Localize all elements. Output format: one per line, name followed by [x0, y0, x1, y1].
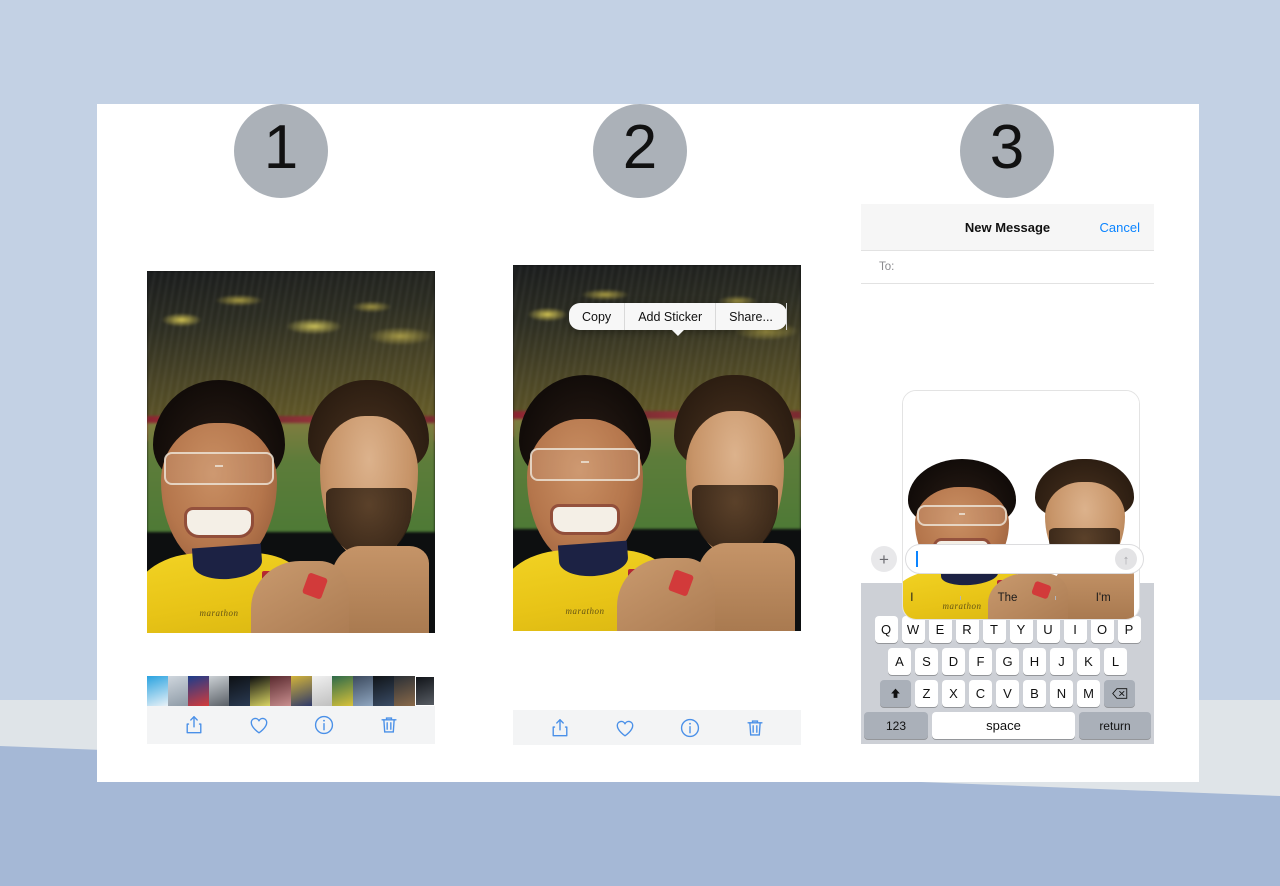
info-icon[interactable]	[313, 714, 335, 736]
stadium-selfie-photo[interactable]: marathon	[147, 271, 435, 633]
step-badge-2: 2	[593, 104, 687, 198]
message-input[interactable]: ↑	[905, 544, 1144, 574]
compose-row: + ↑	[861, 535, 1154, 583]
key-m[interactable]: M	[1077, 680, 1100, 707]
photo-toolbar-2	[513, 710, 801, 745]
keyboard-row-3: ZXCVBNM	[864, 680, 1151, 707]
key-o[interactable]: O	[1090, 616, 1114, 643]
plus-icon[interactable]: +	[871, 546, 897, 572]
filmstrip-thumbnail[interactable]	[393, 676, 415, 706]
message-thread: marathon + ↑	[861, 284, 1154, 620]
backspace-key[interactable]	[1104, 680, 1135, 707]
panel-step-3: New Message Cancel To: marathon + ↑ I Th…	[861, 204, 1154, 744]
step-badge-3: 3	[960, 104, 1054, 198]
key-k[interactable]: K	[1077, 648, 1100, 675]
key-h[interactable]: H	[1023, 648, 1046, 675]
filmstrip-thumbnail[interactable]	[332, 676, 353, 706]
filmstrip-thumbnail[interactable]	[373, 676, 394, 706]
key-v[interactable]: V	[996, 680, 1019, 707]
photo-viewer-bottom-bar	[147, 676, 435, 744]
new-message-header: New Message Cancel	[861, 204, 1154, 251]
filmstrip-thumbnail[interactable]	[352, 676, 374, 706]
send-button[interactable]: ↑	[1115, 548, 1137, 570]
recipients-field[interactable]: To:	[861, 251, 1154, 284]
key-f[interactable]: F	[969, 648, 992, 675]
filmstrip-thumbnail[interactable]	[147, 676, 168, 706]
backspace-icon	[1111, 688, 1127, 699]
filmstrip-thumbnail[interactable]	[249, 676, 271, 706]
sticker-message-bubble[interactable]: marathon	[902, 390, 1140, 620]
prediction-2[interactable]: The	[959, 592, 1056, 604]
heart-icon[interactable]	[248, 714, 270, 736]
filmstrip-thumbnail[interactable]	[270, 676, 292, 706]
space-key[interactable]: space	[932, 712, 1075, 739]
key-w[interactable]: W	[901, 616, 925, 643]
shift-key[interactable]	[880, 680, 911, 707]
step-number-2: 2	[622, 113, 658, 182]
person-left-smile	[187, 509, 251, 536]
keyboard-row-1: QWERTYUIOP	[864, 616, 1151, 643]
key-e[interactable]: E	[928, 616, 952, 643]
selfie-sticker-cutout: marathon	[903, 391, 1139, 619]
photo-toolbar-1	[147, 706, 435, 744]
filmstrip-thumbnail[interactable]	[229, 676, 250, 706]
cancel-button[interactable]: Cancel	[1100, 220, 1140, 235]
key-a[interactable]: A	[888, 648, 911, 675]
key-y[interactable]: Y	[1009, 616, 1033, 643]
jersey-brand-text: marathon	[565, 605, 605, 616]
photo-filmstrip[interactable]	[147, 676, 435, 706]
context-menu-item-share[interactable]: Share...	[716, 303, 787, 330]
share-icon[interactable]	[549, 717, 571, 739]
filmstrip-thumbnail[interactable]	[208, 676, 230, 706]
key-p[interactable]: P	[1117, 616, 1141, 643]
key-j[interactable]: J	[1050, 648, 1073, 675]
key-z[interactable]: Z	[915, 680, 938, 707]
filmstrip-thumbnail[interactable]	[188, 676, 209, 706]
keyboard-row-2: ASDFGHJKL	[864, 648, 1151, 675]
person-left-glasses	[917, 505, 1007, 526]
key-g[interactable]: G	[996, 648, 1019, 675]
context-menu-item-add-sticker[interactable]: Add Sticker	[625, 303, 717, 330]
step-number-3: 3	[989, 113, 1025, 182]
keyboard-letters-row-3: ZXCVBNM	[915, 680, 1100, 707]
key-n[interactable]: N	[1050, 680, 1073, 707]
trash-icon[interactable]	[378, 714, 400, 736]
numbers-key[interactable]: 123	[864, 712, 928, 739]
panel-step-1: marathon	[147, 271, 435, 633]
step-badge-1: 1	[234, 104, 328, 198]
recipients-label: To:	[879, 261, 895, 273]
filmstrip-thumbnail[interactable]	[414, 676, 435, 706]
filmstrip-thumbnail[interactable]	[311, 676, 333, 706]
share-icon[interactable]	[183, 714, 205, 736]
shift-arrow-icon	[891, 688, 900, 698]
person-left-glasses	[164, 452, 274, 485]
keyboard-row-4: 123 space return	[864, 712, 1151, 739]
key-d[interactable]: D	[942, 648, 965, 675]
key-i[interactable]: I	[1063, 616, 1087, 643]
trash-icon[interactable]	[744, 717, 766, 739]
photo-context-menu: Copy Add Sticker Share...	[569, 303, 787, 336]
key-x[interactable]: X	[942, 680, 965, 707]
key-q[interactable]: Q	[874, 616, 898, 643]
jersey-brand-text: marathon	[199, 608, 239, 619]
key-r[interactable]: R	[955, 616, 979, 643]
text-caret	[916, 551, 918, 567]
key-t[interactable]: T	[982, 616, 1006, 643]
prediction-3[interactable]: I'm	[1055, 592, 1151, 604]
filmstrip-thumbnail[interactable]	[291, 676, 312, 706]
key-u[interactable]: U	[1036, 616, 1060, 643]
heart-icon[interactable]	[614, 717, 636, 739]
person-left-smile	[553, 506, 617, 533]
info-icon[interactable]	[679, 717, 701, 739]
return-key[interactable]: return	[1079, 712, 1151, 739]
key-b[interactable]: B	[1023, 680, 1046, 707]
step-number-1: 1	[263, 113, 299, 182]
key-s[interactable]: S	[915, 648, 938, 675]
prediction-1[interactable]: I	[864, 592, 960, 604]
key-c[interactable]: C	[969, 680, 992, 707]
filmstrip-thumbnail[interactable]	[167, 676, 189, 706]
key-l[interactable]: L	[1104, 648, 1127, 675]
person-left-glasses	[530, 448, 640, 481]
context-menu-item-copy[interactable]: Copy	[569, 303, 626, 330]
